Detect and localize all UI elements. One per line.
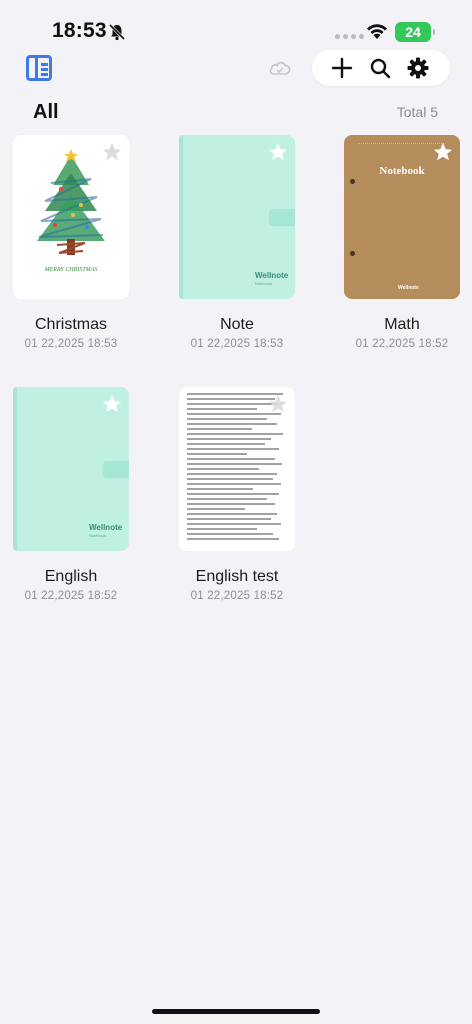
bell-slash-icon bbox=[108, 23, 126, 41]
cover-title: Notebook bbox=[379, 165, 425, 177]
toolbar-actions bbox=[312, 50, 450, 86]
notebook-date: 01 22,2025 18:53 bbox=[24, 338, 118, 350]
notebook-date: 01 22,2025 18:52 bbox=[190, 590, 284, 602]
notebook-english[interactable]: Wellnote Notebook English 01 22,2025 18:… bbox=[13, 387, 129, 602]
star-icon[interactable] bbox=[267, 393, 289, 415]
total-count: Total 5 bbox=[396, 104, 438, 120]
notebook-title: Christmas bbox=[34, 316, 107, 333]
gear-icon[interactable] bbox=[407, 57, 429, 79]
notebook-note[interactable]: Wellnote Notebook Note 01 22,2025 18:53 bbox=[179, 135, 295, 350]
cover-brand: Wellnote bbox=[89, 523, 123, 532]
star-icon[interactable] bbox=[101, 141, 123, 163]
cover-brand-sub: Notebook bbox=[255, 281, 273, 286]
notebook-math[interactable]: Notebook Wellnote Math 01 22,2025 18:52 bbox=[344, 135, 460, 350]
cover-brand: Wellnote bbox=[255, 271, 289, 280]
notebook-cover[interactable] bbox=[179, 387, 295, 551]
home-indicator[interactable] bbox=[152, 1009, 320, 1014]
notebook-title: Note bbox=[220, 316, 254, 333]
star-icon[interactable] bbox=[432, 141, 454, 163]
star-icon[interactable] bbox=[267, 141, 289, 163]
sidebar-icon[interactable] bbox=[26, 55, 52, 81]
section-title: All bbox=[33, 101, 59, 123]
notebook-cover[interactable]: Notebook Wellnote bbox=[344, 135, 460, 299]
plus-icon[interactable] bbox=[331, 57, 353, 79]
document-text-thumbnail bbox=[187, 393, 287, 543]
cover-spine bbox=[179, 135, 183, 299]
notebook-title: English test bbox=[195, 568, 279, 585]
notebook-christmas[interactable]: MERRY CHRISTMAS Christmas 01 22,2025 18:… bbox=[13, 135, 129, 350]
cover-brand: Wellnote bbox=[398, 285, 419, 291]
notebook-cover[interactable]: MERRY CHRISTMAS bbox=[13, 135, 129, 299]
cover-ring bbox=[350, 251, 355, 256]
notebook-date: 01 22,2025 18:52 bbox=[355, 338, 449, 350]
cover-strap bbox=[269, 209, 295, 225]
notebook-date: 01 22,2025 18:52 bbox=[24, 590, 118, 602]
cover-strap bbox=[103, 461, 129, 477]
cover-ring bbox=[350, 179, 355, 184]
notebook-cover[interactable]: Wellnote Notebook bbox=[179, 135, 295, 299]
notebook-date: 01 22,2025 18:53 bbox=[190, 338, 284, 350]
cover-spine bbox=[13, 387, 17, 551]
status-time: 18:53 bbox=[52, 19, 107, 42]
notebook-english-test[interactable]: English test 01 22,2025 18:52 bbox=[179, 387, 295, 602]
battery-indicator: 24 bbox=[395, 22, 435, 42]
cellular-signal-icon bbox=[335, 34, 364, 39]
notebook-cover[interactable]: Wellnote Notebook bbox=[13, 387, 129, 551]
star-icon[interactable] bbox=[101, 393, 123, 415]
notebook-title: Math bbox=[384, 316, 420, 333]
wifi-icon bbox=[367, 24, 387, 39]
christmas-tree-illustration bbox=[37, 149, 105, 255]
cover-caption: MERRY CHRISTMAS bbox=[44, 267, 98, 273]
search-icon[interactable] bbox=[369, 57, 391, 79]
cloud-sync-icon[interactable] bbox=[268, 58, 292, 78]
cover-brand-sub: Notebook bbox=[89, 533, 107, 538]
notebook-title: English bbox=[44, 568, 98, 585]
